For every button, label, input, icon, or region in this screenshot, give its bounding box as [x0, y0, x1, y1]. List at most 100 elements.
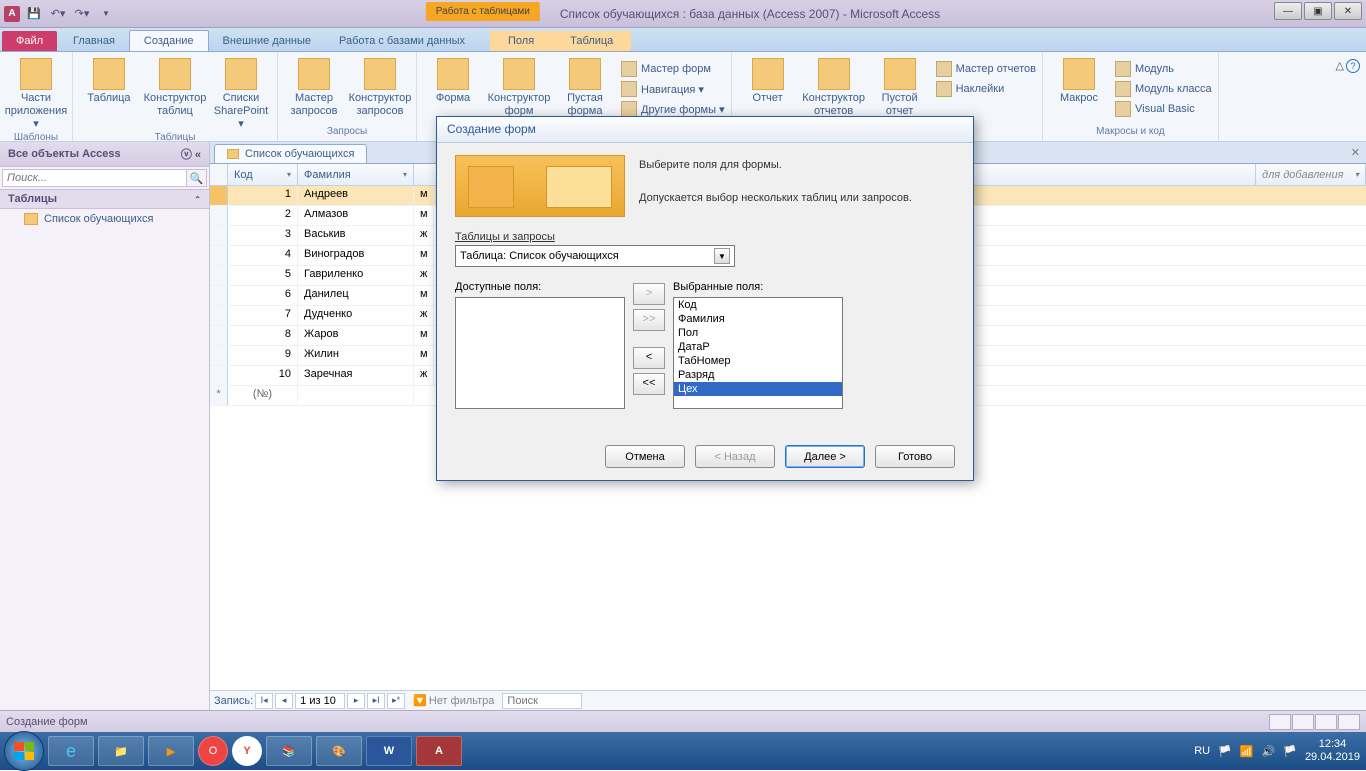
- filter-icon[interactable]: 🔽: [413, 694, 427, 707]
- cell-code[interactable]: 10: [228, 366, 298, 385]
- ribbon-small-button[interactable]: Модуль класса: [1115, 80, 1212, 98]
- cell-rest[interactable]: ж: [414, 366, 434, 385]
- tables-queries-combo[interactable]: Таблица: Список обучающихся ▼: [455, 245, 735, 267]
- ribbon-button[interactable]: Части приложения ▾: [6, 58, 66, 132]
- list-item[interactable]: ТабНомер: [674, 354, 842, 368]
- taskbar-explorer[interactable]: 📁: [98, 736, 144, 766]
- cell-rest[interactable]: м: [414, 326, 434, 345]
- available-fields-list[interactable]: [455, 297, 625, 409]
- cell-code[interactable]: 5: [228, 266, 298, 285]
- cell-code[interactable]: 3: [228, 226, 298, 245]
- cell-surname[interactable]: Васькив: [298, 226, 414, 245]
- next-button[interactable]: Далее >: [785, 445, 865, 468]
- ribbon-button[interactable]: Конструктор форм: [489, 58, 549, 118]
- taskbar-media[interactable]: ▶: [148, 736, 194, 766]
- row-selector[interactable]: [210, 326, 228, 345]
- cell-rest[interactable]: ж: [414, 226, 434, 245]
- finish-button[interactable]: Готово: [875, 445, 955, 468]
- cell-rest[interactable]: м: [414, 186, 434, 205]
- row-selector[interactable]: [210, 206, 228, 225]
- tab-external[interactable]: Внешние данные: [209, 31, 325, 51]
- nav-search-input[interactable]: [2, 169, 187, 187]
- recnav-first[interactable]: I◂: [255, 693, 273, 709]
- cell-surname[interactable]: Жаров: [298, 326, 414, 345]
- tray-flag-icon[interactable]: 🏳️: [1218, 745, 1232, 758]
- row-selector[interactable]: [210, 346, 228, 365]
- maximize-button[interactable]: ▣: [1304, 2, 1332, 20]
- nav-header[interactable]: Все объекты Access ⓥ «: [0, 142, 209, 167]
- ribbon-small-button[interactable]: Мастер отчетов: [936, 60, 1036, 78]
- taskbar-word[interactable]: W: [366, 736, 412, 766]
- recnav-next[interactable]: ▸: [347, 693, 365, 709]
- list-item[interactable]: Код: [674, 298, 842, 312]
- document-tab[interactable]: Список обучающихся: [214, 144, 367, 163]
- list-item[interactable]: Разряд: [674, 368, 842, 382]
- column-header-code[interactable]: Код▾: [228, 164, 298, 185]
- taskbar-opera[interactable]: O: [198, 736, 228, 766]
- list-item[interactable]: ДатаР: [674, 340, 842, 354]
- cell-surname[interactable]: Дудченко: [298, 306, 414, 325]
- add-one-button[interactable]: >: [633, 283, 665, 305]
- ribbon-button[interactable]: Конструктор запросов: [350, 58, 410, 118]
- cell-surname[interactable]: Жилин: [298, 346, 414, 365]
- cell-rest[interactable]: ж: [414, 266, 434, 285]
- row-selector[interactable]: [210, 246, 228, 265]
- ribbon-small-button[interactable]: Навигация ▾: [621, 80, 725, 98]
- list-item[interactable]: Фамилия: [674, 312, 842, 326]
- taskbar-paint[interactable]: 🎨: [316, 736, 362, 766]
- redo-icon[interactable]: ↷▾: [72, 4, 92, 24]
- column-header-surname[interactable]: Фамилия▾: [298, 164, 414, 185]
- qat-customize-icon[interactable]: ▼: [96, 4, 116, 24]
- taskbar-access[interactable]: A: [416, 736, 462, 766]
- cell-code[interactable]: 4: [228, 246, 298, 265]
- tab-create[interactable]: Создание: [129, 30, 209, 51]
- row-selector[interactable]: *: [210, 386, 228, 405]
- cell-code[interactable]: 8: [228, 326, 298, 345]
- cell-surname[interactable]: Виноградов: [298, 246, 414, 265]
- cell-code[interactable]: (№): [228, 386, 298, 405]
- taskbar-winrar[interactable]: 📚: [266, 736, 312, 766]
- nav-item-table[interactable]: Список обучающихся: [0, 209, 209, 229]
- ribbon-small-button[interactable]: Модуль: [1115, 60, 1212, 78]
- tab-dbtools[interactable]: Работа с базами данных: [325, 31, 479, 51]
- cell-code[interactable]: 2: [228, 206, 298, 225]
- cell-rest[interactable]: м: [414, 246, 434, 265]
- ribbon-minimize-icon[interactable]: △: [1336, 59, 1344, 73]
- save-icon[interactable]: 💾: [24, 4, 44, 24]
- row-selector[interactable]: [210, 306, 228, 325]
- tray-clock[interactable]: 12:3429.04.2019: [1305, 738, 1360, 764]
- ribbon-button[interactable]: Таблица: [79, 58, 139, 105]
- row-selector[interactable]: [210, 226, 228, 245]
- remove-one-button[interactable]: <: [633, 347, 665, 369]
- cell-surname[interactable]: Алмазов: [298, 206, 414, 225]
- ribbon-button[interactable]: Конструктор отчетов: [804, 58, 864, 118]
- view-datasheet[interactable]: [1269, 714, 1291, 730]
- ribbon-button[interactable]: Конструктор таблиц: [145, 58, 205, 118]
- add-all-button[interactable]: >>: [633, 309, 665, 331]
- select-all-cell[interactable]: [210, 164, 228, 185]
- add-column[interactable]: для добавления ▾: [1256, 164, 1366, 185]
- row-selector[interactable]: [210, 186, 228, 205]
- ribbon-button[interactable]: Пустой отчет: [870, 58, 930, 118]
- cancel-button[interactable]: Отмена: [605, 445, 685, 468]
- app-icon[interactable]: A: [4, 6, 20, 22]
- ribbon-small-button[interactable]: Visual Basic: [1115, 100, 1212, 118]
- recnav-prev[interactable]: ◂: [275, 693, 293, 709]
- cell-rest[interactable]: м: [414, 286, 434, 305]
- cell-rest[interactable]: м: [414, 346, 434, 365]
- back-button[interactable]: < Назад: [695, 445, 775, 468]
- ribbon-button[interactable]: Списки SharePoint ▾: [211, 58, 271, 132]
- tab-home[interactable]: Главная: [59, 31, 129, 51]
- taskbar-yandex[interactable]: Y: [232, 736, 262, 766]
- nav-collapse-icon[interactable]: ⓥ «: [181, 146, 201, 162]
- taskbar-ie[interactable]: e: [48, 736, 94, 766]
- cell-code[interactable]: 1: [228, 186, 298, 205]
- row-selector[interactable]: [210, 286, 228, 305]
- document-close-icon[interactable]: ✕: [1351, 146, 1360, 159]
- minimize-button[interactable]: —: [1274, 2, 1302, 20]
- ribbon-small-button[interactable]: Наклейки: [936, 80, 1036, 98]
- nav-category-tables[interactable]: Таблицы ⌃: [0, 190, 209, 209]
- start-button[interactable]: [4, 731, 44, 771]
- cell-surname[interactable]: Данилец: [298, 286, 414, 305]
- cell-rest[interactable]: ж: [414, 306, 434, 325]
